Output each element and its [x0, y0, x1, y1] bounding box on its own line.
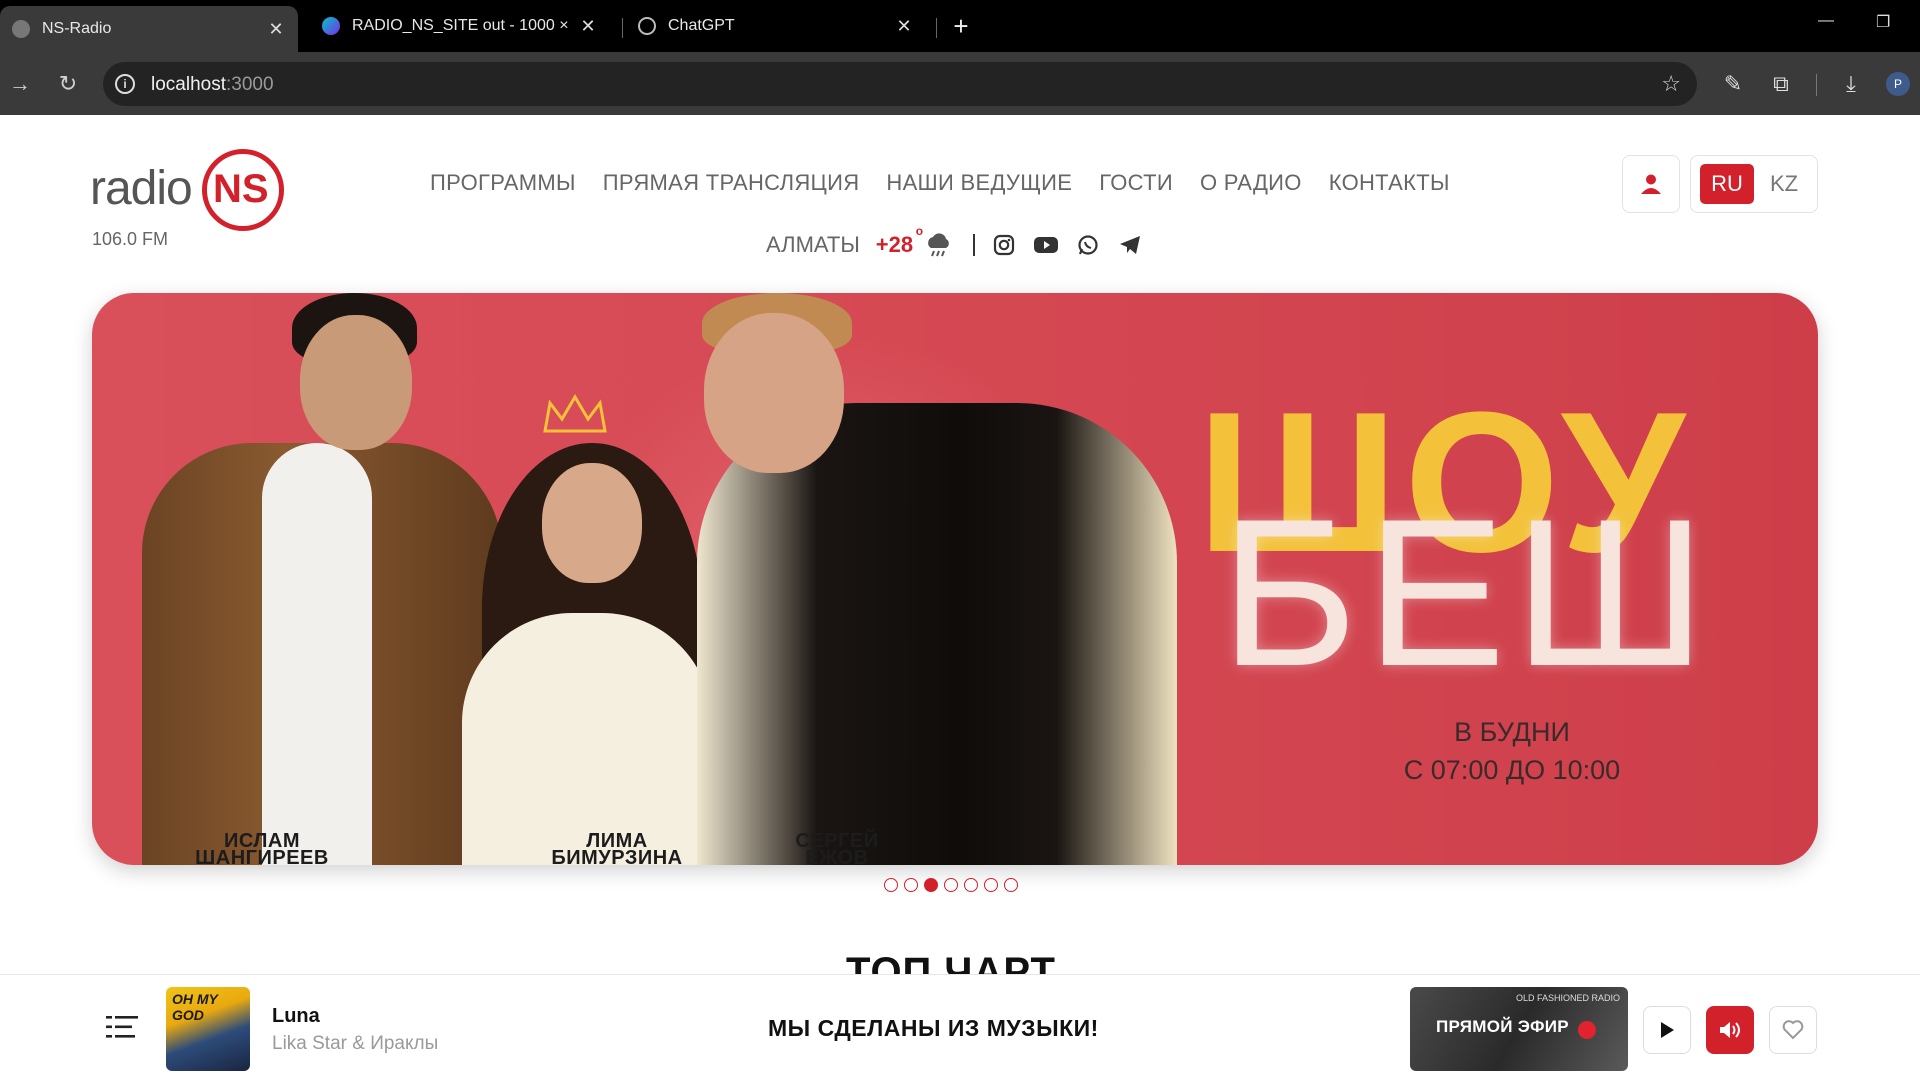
divider: [973, 234, 976, 256]
whatsapp-icon[interactable]: [1075, 232, 1101, 258]
forward-icon[interactable]: →: [6, 70, 34, 98]
bookmark-star-icon[interactable]: ☆: [1661, 71, 1681, 97]
nav-contacts[interactable]: КОНТАКТЫ: [1329, 170, 1450, 196]
degree-mark: o: [915, 224, 924, 238]
weather-social-bar: АЛМАТЫ +28 o: [766, 224, 1159, 265]
user-icon: [1641, 174, 1661, 194]
logo-word: radio: [90, 162, 193, 215]
restore-icon[interactable]: ❐: [1876, 12, 1890, 32]
heart-icon: [1782, 1020, 1804, 1040]
show-title-line2: БЕШ: [1220, 475, 1715, 710]
volume-button[interactable]: [1706, 1006, 1754, 1054]
tab-divider: [936, 18, 937, 38]
instagram-icon[interactable]: [991, 232, 1017, 258]
close-tab-icon[interactable]: ✕: [894, 16, 914, 36]
carousel-dot[interactable]: [944, 878, 958, 892]
play-button[interactable]: [1643, 1006, 1691, 1054]
tab-ns-radio[interactable]: NS-Radio ✕: [0, 6, 298, 52]
tab-divider: [622, 18, 623, 38]
host-name-2: ЛИМА БИМУРЗИНА: [551, 830, 683, 865]
white-coat: [462, 613, 712, 865]
radio-ns-logo[interactable]: radio NS 106.0 FM: [90, 143, 290, 249]
nav-hosts[interactable]: НАШИ ВЕДУЩИЕ: [886, 170, 1072, 196]
playlist-menu-icon[interactable]: [106, 1015, 138, 1039]
close-tab-icon[interactable]: ✕: [578, 16, 598, 36]
speaker-icon: [1720, 1022, 1740, 1038]
user-account-button[interactable]: [1622, 155, 1680, 213]
rain-cloud-icon: [928, 233, 949, 257]
track-title: Luna: [272, 1005, 320, 1027]
nav-guests[interactable]: ГОСТИ: [1099, 170, 1173, 196]
live-broadcast-card[interactable]: OLD FASHIONED RADIO ПРЯМОЙ ЭФИР: [1410, 987, 1628, 1071]
nav-live-stream[interactable]: ПРЯМАЯ ТРАНСЛЯЦИЯ: [603, 170, 860, 196]
host-name-1: ИСЛАМ ШАНГИРЕЕВ: [195, 830, 329, 865]
crown-icon: [543, 394, 607, 433]
globe-icon: [12, 20, 30, 38]
tab-radio-ns-site[interactable]: RADIO_NS_SITE out - 1000 × 20 ✕: [310, 6, 610, 46]
cover-text: OH MY GOD: [172, 991, 218, 1023]
station-slogan: МЫ СДЕЛАНЫ ИЗ МУЗЫКИ!: [768, 1015, 1099, 1041]
nav-programs[interactable]: ПРОГРАММЫ: [430, 170, 576, 196]
lang-kz-button[interactable]: KZ: [1757, 164, 1811, 204]
face: [704, 313, 844, 473]
edit-pen-icon[interactable]: ✎: [1718, 69, 1748, 99]
track-cover-art: OH MY GOD: [166, 987, 250, 1071]
tab-title: ChatGPT: [668, 17, 735, 34]
white-sweater: [262, 443, 372, 865]
tab-title: RADIO_NS_SITE out - 1000 × 20: [352, 17, 570, 34]
reload-icon[interactable]: ↻: [54, 70, 82, 98]
profile-avatar[interactable]: P: [1886, 72, 1910, 96]
record-dot-icon: [1578, 1021, 1596, 1039]
play-icon: [1661, 1022, 1674, 1038]
minimize-icon[interactable]: —: [1818, 12, 1834, 30]
face: [542, 463, 642, 583]
browser-tab-bar: NS-Radio ✕ RADIO_NS_SITE out - 1000 × 20…: [0, 0, 1920, 52]
language-switcher: RU KZ: [1690, 155, 1818, 213]
toolbar-divider: [1816, 74, 1817, 96]
carousel-dot[interactable]: [904, 878, 918, 892]
canva-icon: [322, 17, 340, 35]
audio-player-bar: OH MY GOD Luna Lika Star & Ираклы МЫ СДЕ…: [0, 974, 1920, 1080]
carousel-dots: [884, 878, 1018, 892]
show-schedule: В БУДНИ С 07:00 ДО 10:00: [1403, 717, 1621, 785]
download-icon[interactable]: ⤓: [1836, 69, 1866, 99]
hero-banner[interactable]: ИСЛАМ ШАНГИРЕЕВ ЛИМА БИМУРЗИНА СЕРГЕЙ ЕЖОВ …: [92, 293, 1818, 865]
carousel-dot[interactable]: [884, 878, 898, 892]
carousel-dot[interactable]: [1004, 878, 1018, 892]
live-label: ПРЯМОЙ ЭФИР: [1436, 1017, 1569, 1036]
carousel-dot-active[interactable]: [924, 878, 938, 892]
host-name-3: СЕРГЕЙ ЕЖОВ: [795, 830, 879, 865]
page-content: radio NS 106.0 FM ПРОГРАММЫ ПРЯМАЯ ТРАНС…: [0, 115, 1920, 1080]
carousel-dot[interactable]: [984, 878, 998, 892]
logo-ns: NS: [213, 167, 269, 211]
carousel-dot[interactable]: [964, 878, 978, 892]
face: [300, 315, 412, 450]
new-tab-button[interactable]: +: [948, 13, 974, 40]
address-bar[interactable]: i localhost:3000 ☆: [103, 62, 1697, 106]
live-card-tag: OLD FASHIONED RADIO: [1515, 993, 1620, 1003]
tab-chatgpt[interactable]: ChatGPT ✕: [626, 6, 926, 46]
nav-about[interactable]: О РАДИО: [1200, 170, 1302, 196]
youtube-icon[interactable]: [1033, 232, 1059, 258]
telegram-icon[interactable]: [1117, 232, 1143, 258]
weather-temperature: +28 o: [875, 224, 924, 257]
browser-toolbar: → ↻ i localhost:3000 ☆ ✎ ⧉ ⤓ P: [0, 52, 1920, 115]
url-text: localhost:3000: [151, 74, 274, 95]
logo-frequency: 106.0 FM: [92, 229, 169, 249]
track-artist: Lika Star & Ираклы: [272, 1033, 439, 1054]
extensions-icon[interactable]: ⧉: [1766, 69, 1796, 99]
favorite-button[interactable]: [1769, 1006, 1817, 1054]
chatgpt-icon: [638, 17, 656, 35]
lang-ru-button[interactable]: RU: [1700, 164, 1754, 204]
weather-city: АЛМАТЫ: [766, 232, 860, 257]
site-info-icon[interactable]: i: [115, 74, 135, 94]
tab-title: NS-Radio: [42, 20, 112, 37]
main-navigation: ПРОГРАММЫ ПРЯМАЯ ТРАНСЛЯЦИЯ НАШИ ВЕДУЩИЕ…: [430, 170, 1450, 196]
close-tab-icon[interactable]: ✕: [266, 19, 286, 39]
